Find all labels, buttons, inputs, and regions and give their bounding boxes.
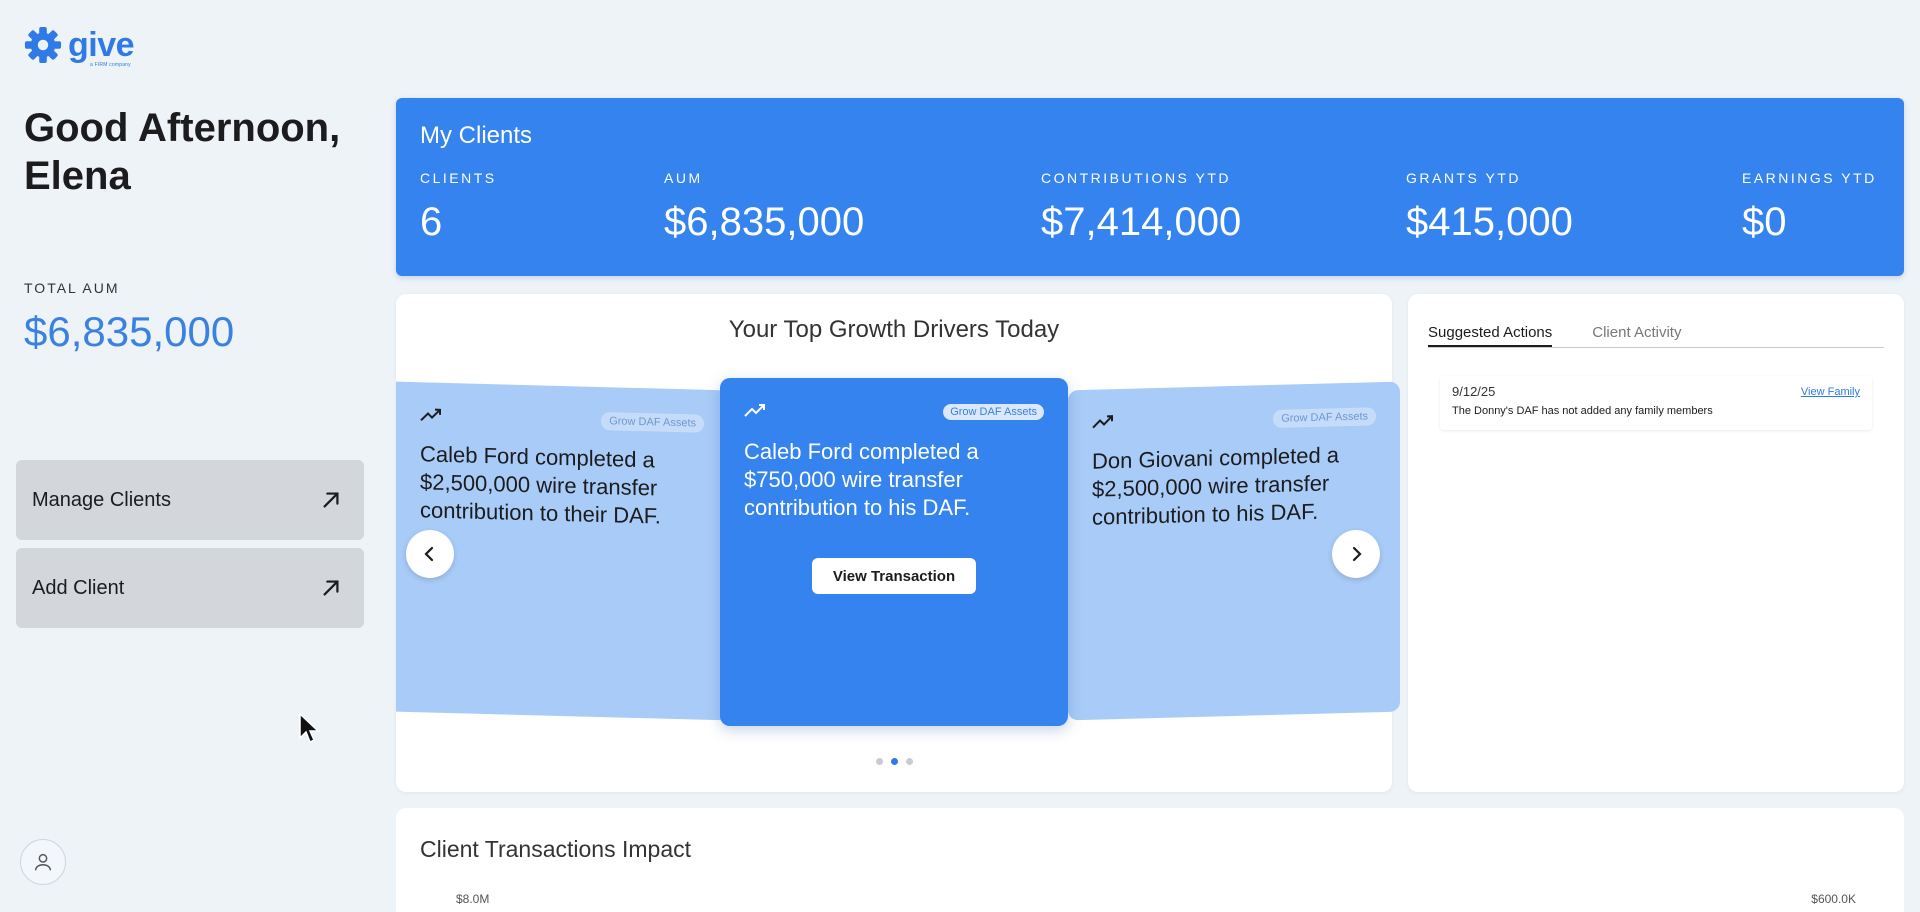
arrow-up-right-icon xyxy=(323,492,339,508)
transactions-impact-title: Client Transactions Impact xyxy=(420,836,692,862)
right-axis-tick: $600.0K xyxy=(1811,892,1856,906)
action-text: The Donny's DAF has not added any family… xyxy=(1452,405,1713,417)
sidebar: give a FIRM company Good Afternoon, Elen… xyxy=(0,0,380,912)
give-logo[interactable]: give a FIRM company xyxy=(24,26,135,68)
stat-value: $0 xyxy=(1742,200,1787,244)
growth-card-text: Don Giovani completed a $2,500,000 wire … xyxy=(1092,442,1340,530)
stat-value: $415,000 xyxy=(1406,200,1573,244)
my-clients-banner: My Clients CLIENTS 6 AUM $6,835,000 CONT… xyxy=(396,98,1904,276)
gear-icon xyxy=(24,26,62,64)
manage-clients-label: Manage Clients xyxy=(32,488,171,511)
trending-up-icon xyxy=(420,407,442,427)
action-item: 9/12/25 View Family The Donny's DAF has … xyxy=(1440,376,1872,430)
total-aum-label: TOTAL AUM xyxy=(24,280,120,296)
carousel-next-button[interactable] xyxy=(1332,530,1380,578)
view-transaction-button[interactable]: View Transaction xyxy=(812,558,976,594)
total-aum-value: $6,835,000 xyxy=(24,308,235,355)
user-icon xyxy=(34,853,52,871)
stat-grants-ytd: GRANTS YTD $415,000 xyxy=(1406,170,1573,245)
chevron-right-icon xyxy=(1352,546,1362,562)
carousel-dot-2[interactable] xyxy=(890,758,898,765)
view-family-link[interactable]: View Family xyxy=(1801,386,1860,398)
growth-drivers-title: Your Top Growth Drivers Today xyxy=(728,316,1060,343)
stat-label: GRANTS YTD xyxy=(1406,170,1521,186)
stat-label: CLIENTS xyxy=(420,170,497,186)
stat-value: 6 xyxy=(420,200,443,244)
add-client-button[interactable]: Add Client xyxy=(16,548,364,628)
stat-value: $7,414,000 xyxy=(1041,200,1242,244)
action-date: 9/12/25 xyxy=(1452,384,1496,399)
tab-client-activity[interactable]: Client Activity xyxy=(1592,324,1681,347)
grow-daf-assets-tag: Grow DAF Assets xyxy=(943,404,1044,420)
stat-value: $6,835,000 xyxy=(664,200,865,244)
logo-wordmark: give xyxy=(68,26,135,64)
stat-clients: CLIENTS 6 xyxy=(420,170,497,245)
user-avatar-button[interactable] xyxy=(20,839,66,885)
stat-aum: AUM $6,835,000 xyxy=(664,170,864,245)
growth-drivers-panel: Your Top Growth Drivers Today Grow DAF A… xyxy=(396,294,1400,792)
arrow-up-right-icon xyxy=(323,580,339,596)
stat-contributions-ytd: CONTRIBUTIONS YTD $7,414,000 xyxy=(1041,170,1241,245)
stat-label: AUM xyxy=(664,170,703,186)
grow-daf-assets-tag: Grow DAF Assets xyxy=(1273,407,1376,428)
actions-tabs: Suggested Actions Client Activity xyxy=(1428,324,1884,348)
stat-label: CONTRIBUTIONS YTD xyxy=(1041,170,1232,186)
trending-up-icon xyxy=(1092,414,1114,434)
logo-subtitle: a FIRM company xyxy=(90,62,131,68)
trending-up-icon xyxy=(744,403,766,422)
grow-daf-assets-tag: Grow DAF Assets xyxy=(601,412,704,433)
carousel-dot-3[interactable] xyxy=(905,758,913,765)
add-client-label: Add Client xyxy=(32,576,125,599)
carousel-pagination xyxy=(396,758,1392,765)
tab-suggested-actions[interactable]: Suggested Actions xyxy=(1428,324,1553,347)
carousel-prev-button[interactable] xyxy=(406,530,454,578)
manage-clients-button[interactable]: Manage Clients xyxy=(16,460,364,540)
stat-earnings-ytd: EARNINGS YTD $0 xyxy=(1742,170,1877,245)
transactions-impact-panel: Client Transactions Impact $8.0M $600.0K xyxy=(396,808,1904,912)
carousel-dot-1[interactable] xyxy=(875,758,883,765)
growth-card-text: Caleb Ford completed a $750,000 wire tra… xyxy=(744,439,979,520)
mouse-cursor-icon xyxy=(299,712,320,744)
suggested-actions-panel: Suggested Actions Client Activity 9/12/2… xyxy=(1408,294,1904,792)
greeting-heading: Good Afternoon, Elena xyxy=(24,106,341,198)
my-clients-title: My Clients xyxy=(420,122,533,149)
stat-label: EARNINGS YTD xyxy=(1742,170,1877,186)
chevron-left-icon xyxy=(424,546,434,562)
growth-card-text: Caleb Ford completed a $2,500,000 wire t… xyxy=(420,441,661,529)
left-axis-tick: $8.0M xyxy=(456,892,490,906)
growth-card-active[interactable]: Grow DAF Assets Caleb Ford completed a $… xyxy=(720,378,1068,726)
